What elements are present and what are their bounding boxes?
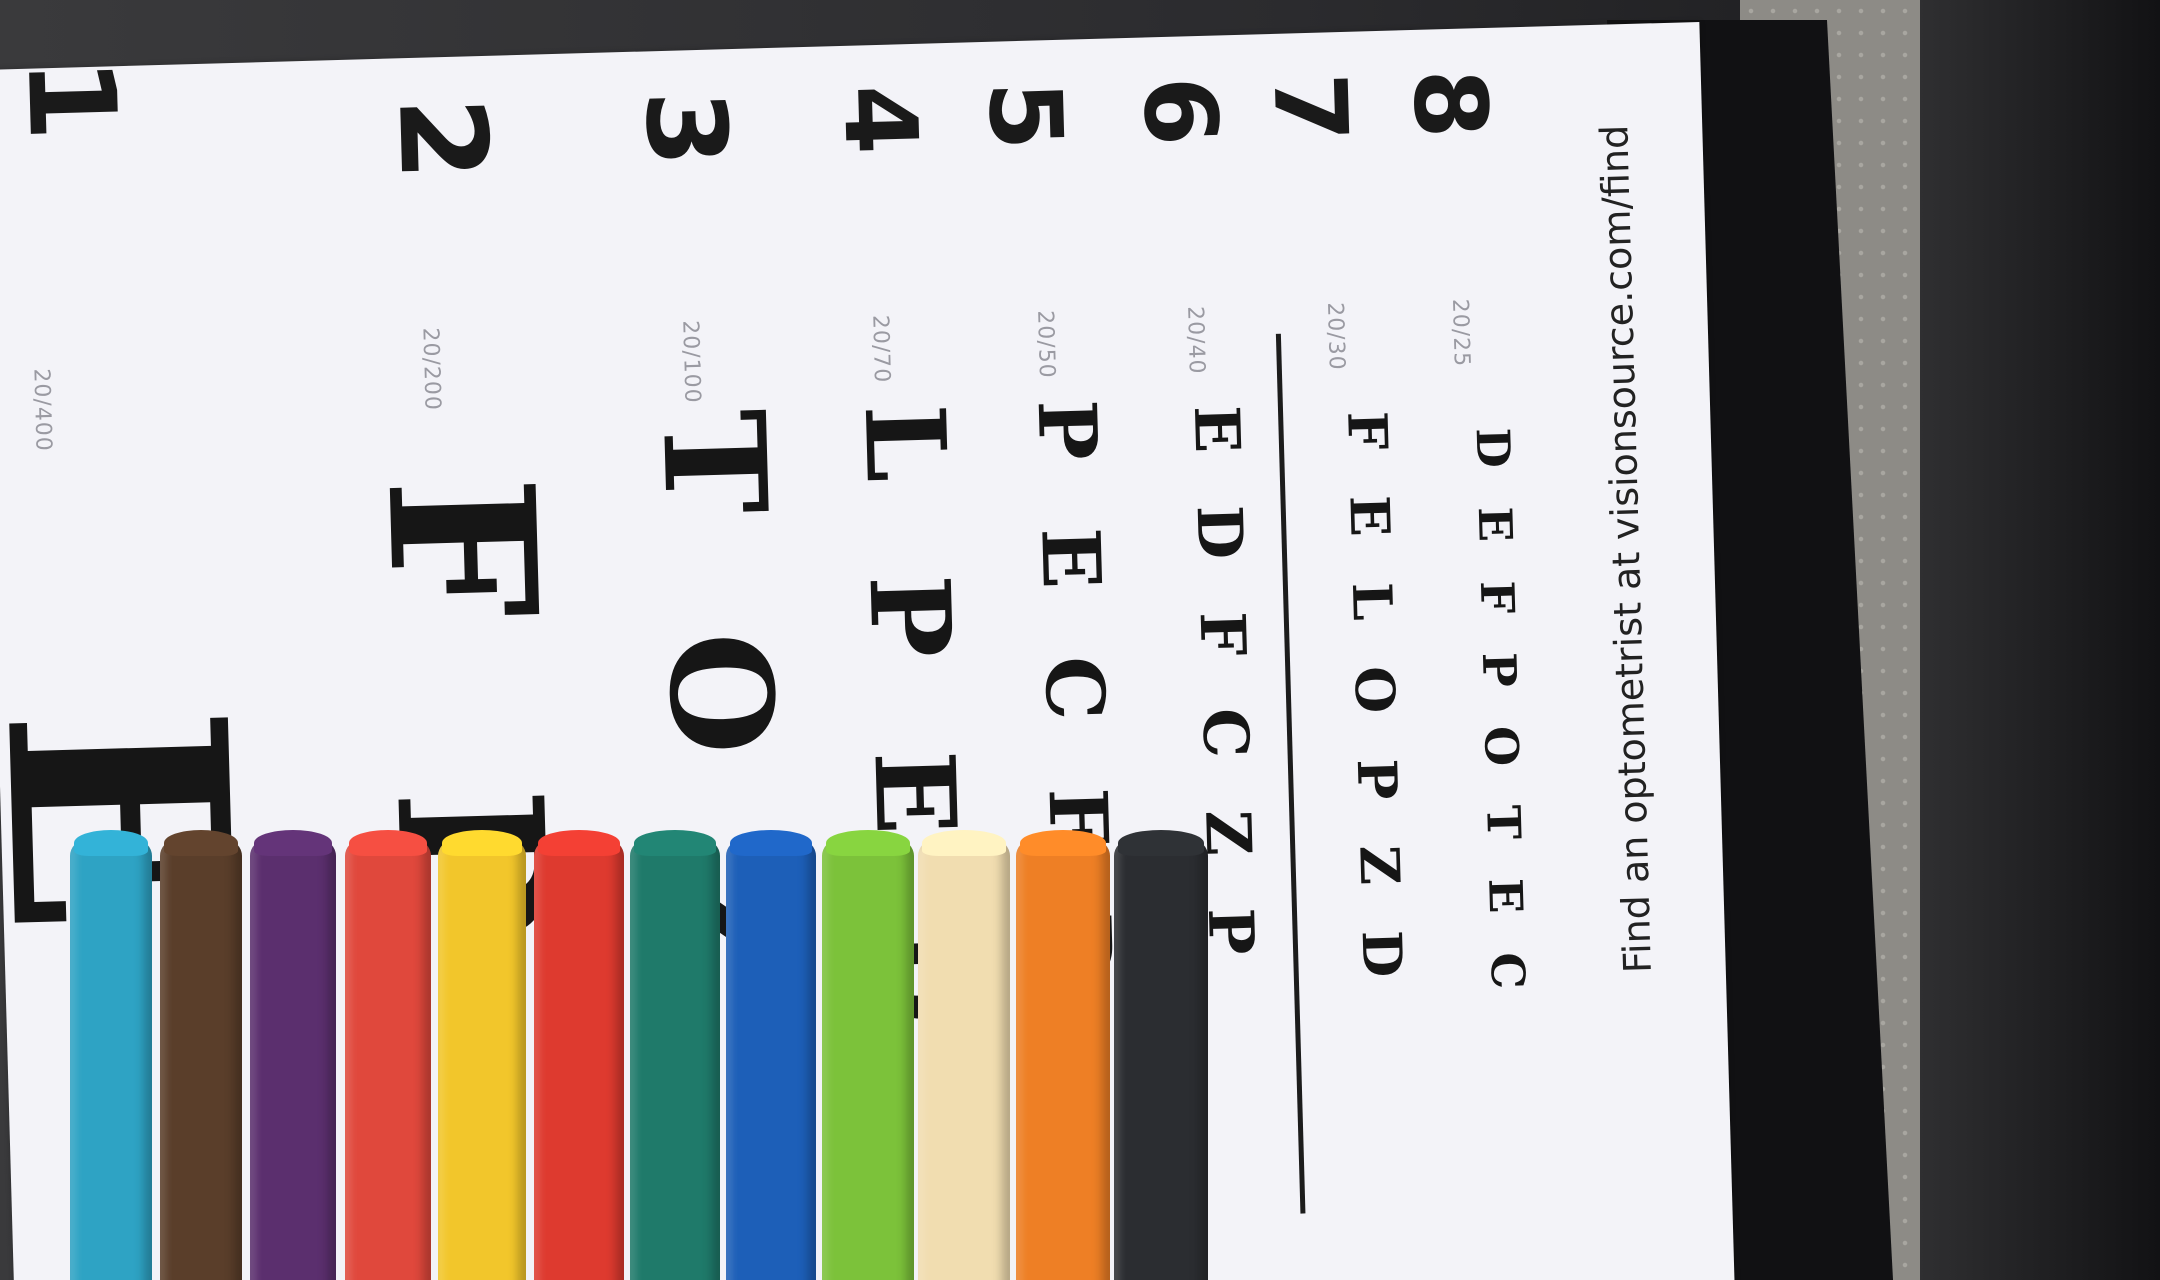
crayon-purple: [250, 830, 336, 1280]
photo-scene: 1 20/400 E 2 20/200 F P 3 20/100 T O Z 4…: [0, 0, 2160, 1280]
dark-background-edge: [1920, 0, 2160, 1280]
row-number-7: 7: [1250, 71, 1370, 145]
row-number-8: 8: [1390, 67, 1510, 141]
crayon-teal: [70, 830, 152, 1280]
row-letters-7: F E L O P Z D: [1335, 410, 1416, 992]
row-number-5: 5: [965, 79, 1085, 153]
crayon-red-orange: [345, 830, 431, 1280]
crayon-row: [60, 830, 1300, 1280]
crayon-cream: [918, 830, 1010, 1280]
row-number-6: 6: [1120, 74, 1240, 148]
row-acuity-6: 20/40: [1182, 305, 1209, 375]
optometrist-footer-text: Find an optometrist at visionsource.com/…: [1592, 123, 1660, 974]
row-acuity-3: 20/100: [677, 319, 705, 405]
row-acuity-2: 20/200: [417, 327, 445, 412]
crayon-green: [822, 830, 914, 1280]
row-number-4: 4: [820, 83, 940, 157]
crayon-blue: [726, 830, 816, 1280]
row-acuity-7: 20/30: [1322, 301, 1349, 371]
row-acuity-4: 20/70: [867, 314, 895, 384]
row-number-3: 3: [620, 88, 751, 169]
crayon-dark-teal: [630, 830, 720, 1280]
row-acuity-5: 20/50: [1032, 310, 1060, 380]
crayon-orange: [1016, 830, 1110, 1280]
row-acuity-8: 20/25: [1446, 298, 1474, 368]
row-number-1: 1: [0, 55, 141, 143]
row-number-2: 2: [370, 95, 513, 183]
row-letters-8: D E F P O T E C: [1465, 427, 1536, 1002]
crayon-black: [1114, 830, 1208, 1280]
crayon-red: [534, 830, 624, 1280]
crayon-brown: [160, 830, 242, 1280]
row-acuity-1: 20/400: [28, 368, 56, 453]
crayon-yellow: [438, 830, 526, 1280]
